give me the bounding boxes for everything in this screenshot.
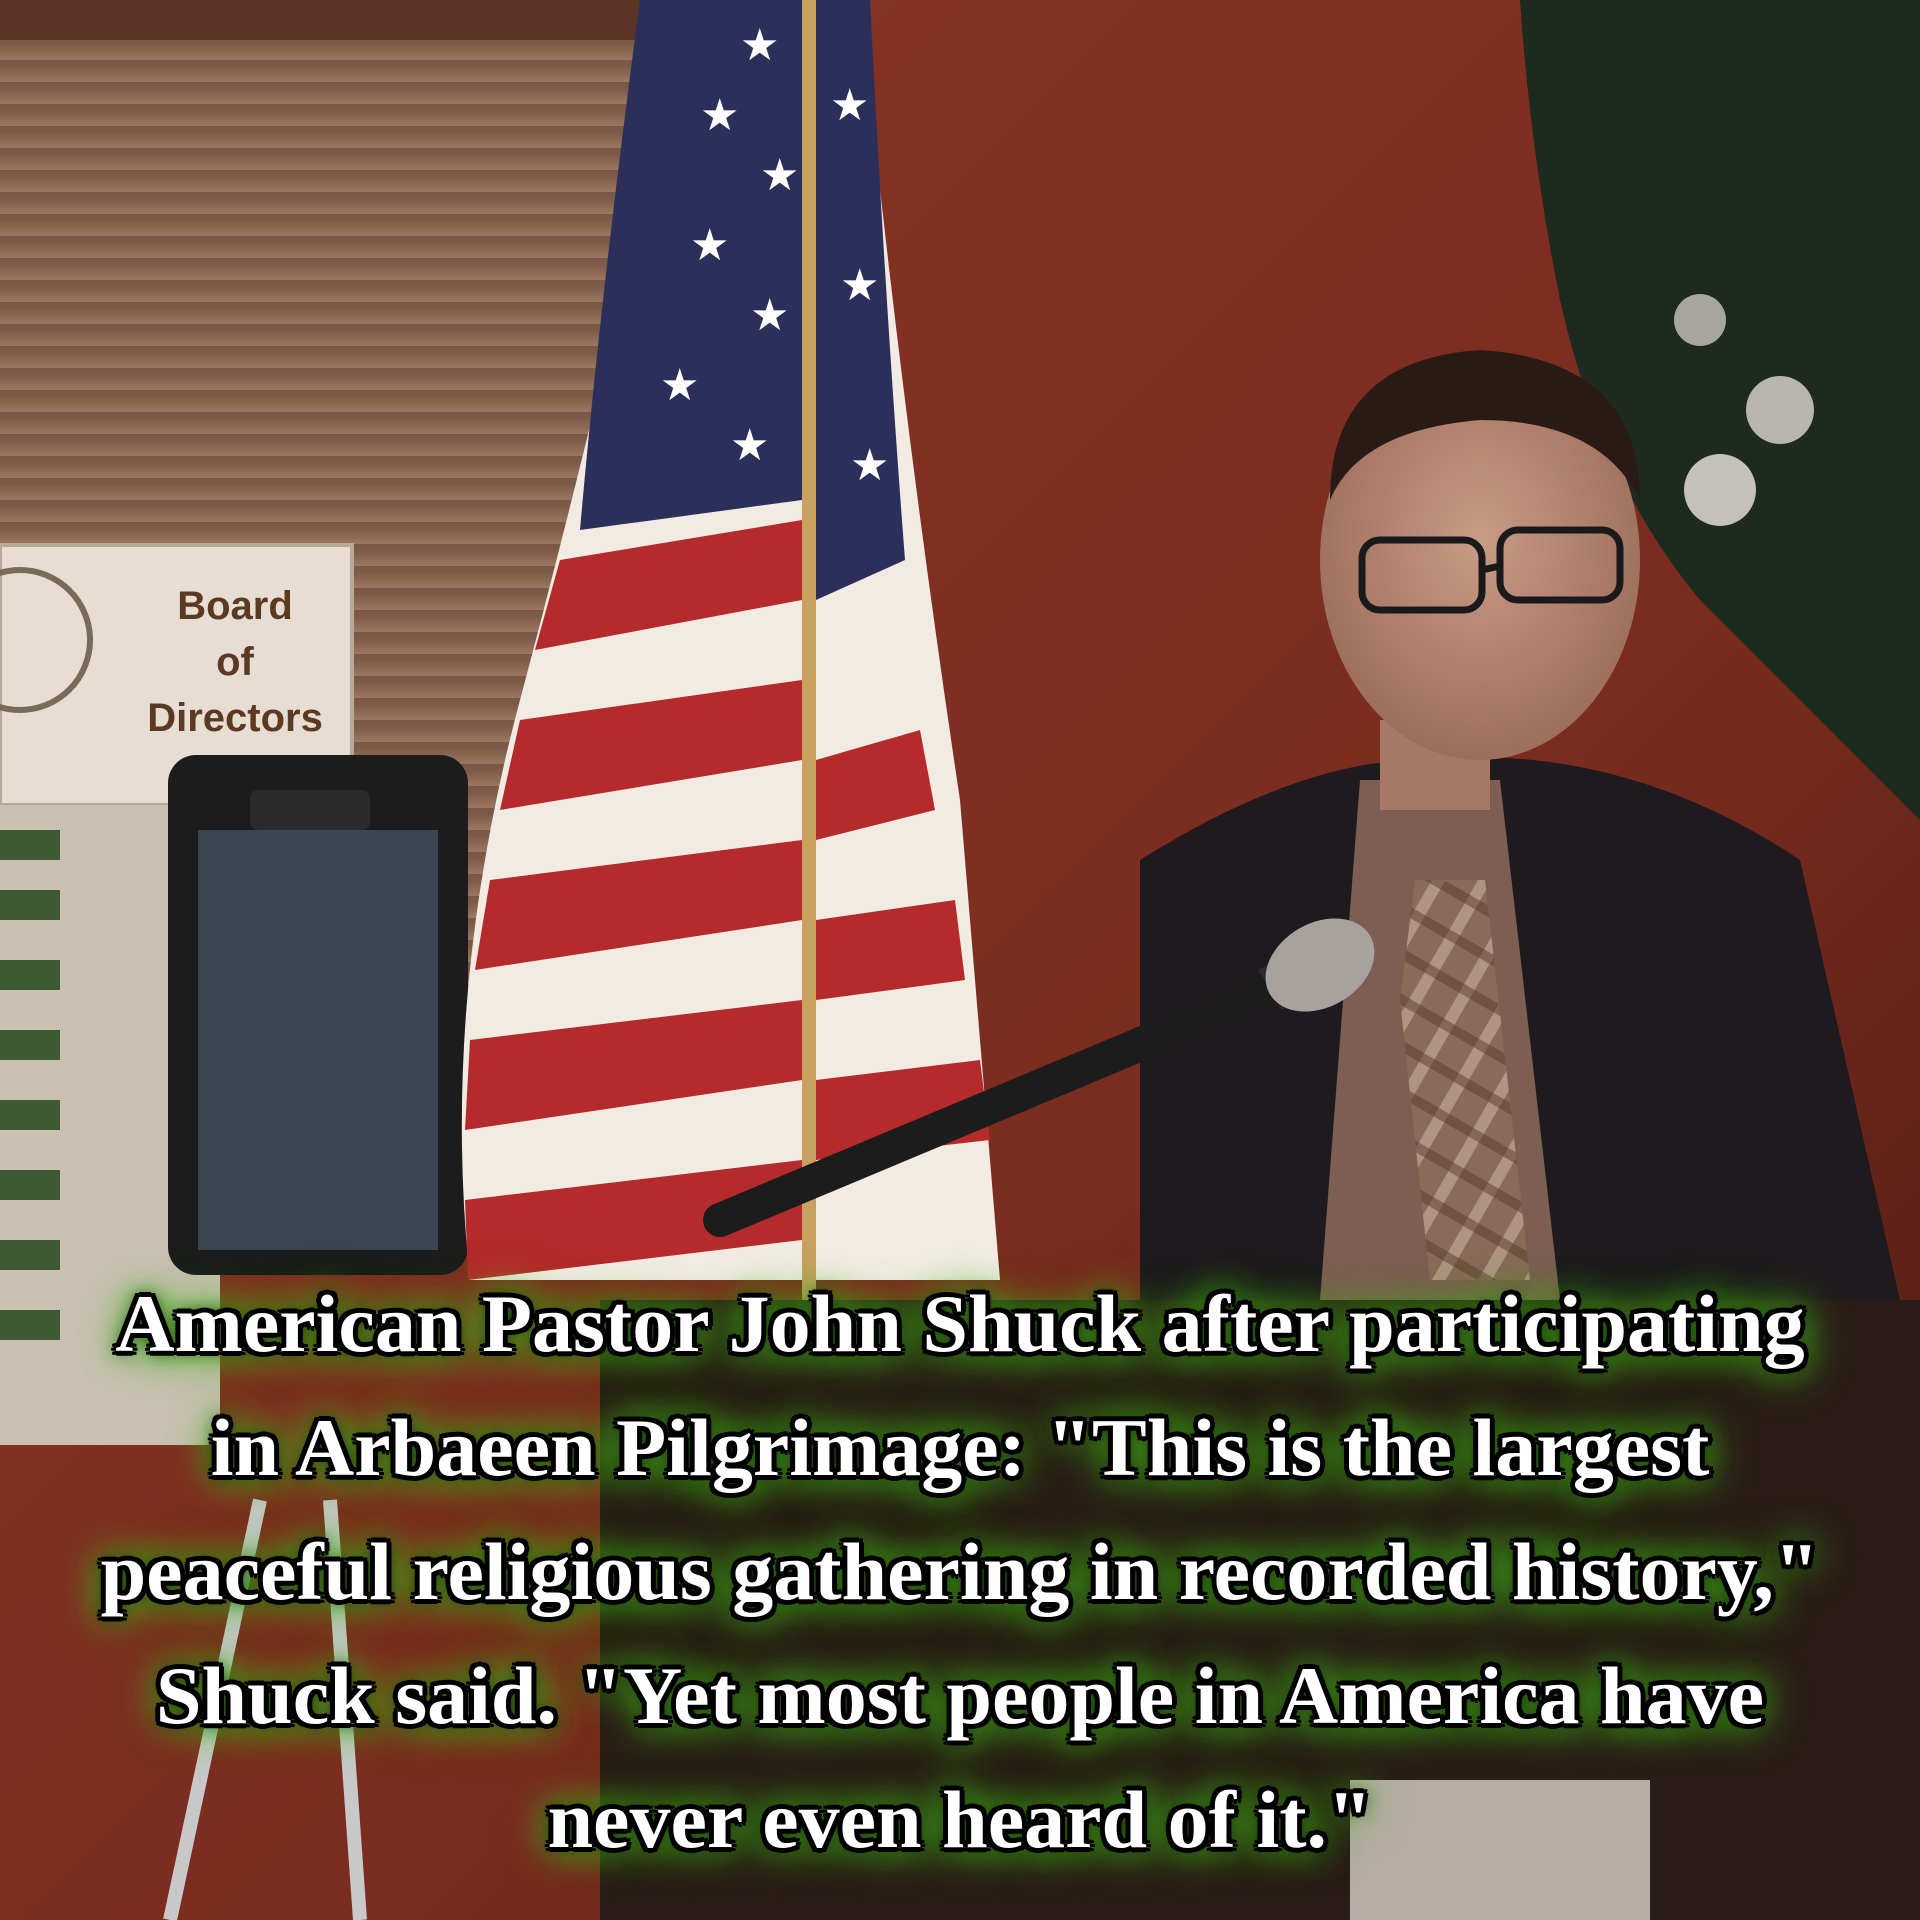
svg-text:★: ★ bbox=[690, 220, 729, 271]
caption-line: Shuck said. "Yet most people in America … bbox=[155, 1650, 1765, 1741]
svg-text:★: ★ bbox=[840, 260, 879, 311]
flag-pole bbox=[802, 0, 816, 1300]
svg-text:★: ★ bbox=[760, 150, 799, 201]
svg-text:★: ★ bbox=[740, 20, 779, 71]
caption-line: in Arbaeen Pilgrimage: "This is the larg… bbox=[210, 1402, 1710, 1493]
caption-line: American Pastor John Shuck after partici… bbox=[115, 1278, 1805, 1369]
svg-text:★: ★ bbox=[730, 420, 769, 471]
phone-screen bbox=[198, 830, 438, 1250]
quote-caption: American Pastor John Shuck after partici… bbox=[40, 1262, 1880, 1882]
window-frame bbox=[0, 0, 680, 40]
svg-text:★: ★ bbox=[660, 360, 699, 411]
sign-line: Board bbox=[177, 584, 293, 628]
caption-line: peaceful religious gathering in recorded… bbox=[100, 1526, 1820, 1617]
svg-text:★: ★ bbox=[850, 440, 889, 491]
sign-line: Directors bbox=[147, 696, 323, 740]
board-sign-text: Board of Directors bbox=[110, 578, 360, 746]
svg-text:★: ★ bbox=[750, 290, 789, 341]
phone-mount bbox=[250, 790, 370, 830]
caption-line: never even heard of it." bbox=[547, 1774, 1373, 1865]
sign-line: of bbox=[216, 640, 254, 684]
svg-text:★: ★ bbox=[830, 80, 869, 131]
svg-text:★: ★ bbox=[700, 90, 739, 141]
